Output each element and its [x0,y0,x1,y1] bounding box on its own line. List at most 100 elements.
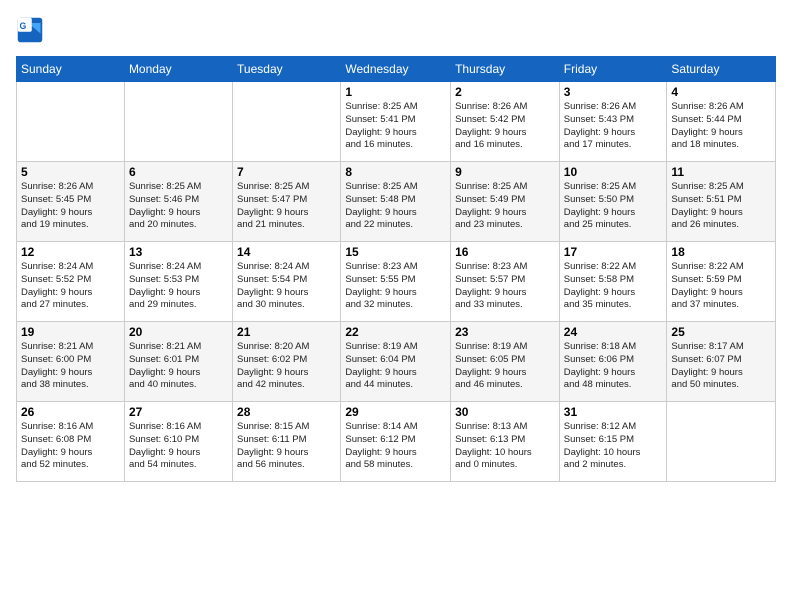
svg-text:G: G [20,21,27,31]
day-cell: 26 Sunrise: 8:16 AM Sunset: 6:08 PM Dayli… [17,402,125,482]
day-cell: 27Sunrise: 8:16 AM Sunset: 6:10 PM Dayli… [124,402,232,482]
day-cell: 14 Sunrise: 8:24 AM Sunset: 5:54 PM Dayli… [233,242,341,322]
day-info: Sunrise: 8:25 AM Sunset: 5:50 PM Dayligh… [564,181,663,232]
day-number: 24 [564,325,663,339]
day-info: Sunrise: 8:25 AM Sunset: 5:49 PM Dayligh… [455,181,555,232]
day-number: 15 [345,245,446,259]
day-info: Sunrise: 8:26 AM Sunset: 5:44 PM Dayligh… [671,101,771,152]
day-cell: 22Sunrise: 8:19 AM Sunset: 6:04 PM Dayli… [341,322,451,402]
day-cell: 9 Sunrise: 8:25 AM Sunset: 5:49 PM Daylig… [451,162,560,242]
day-number: 7 [237,165,336,179]
day-cell: 30 Sunrise: 8:13 AM Sunset: 6:13 PM Dayli… [451,402,560,482]
week-row-2: 12 Sunrise: 8:24 AM Sunset: 5:52 PM Dayli… [17,242,776,322]
day-info: Sunrise: 8:23 AM Sunset: 5:55 PM Dayligh… [345,261,446,312]
header: G [16,16,776,44]
day-info: Sunrise: 8:25 AM Sunset: 5:51 PM Dayligh… [671,181,771,232]
day-number: 14 [237,245,336,259]
day-info: Sunrise: 8:18 AM Sunset: 6:06 PM Dayligh… [564,341,663,392]
day-cell: 23Sunrise: 8:19 AM Sunset: 6:05 PM Dayli… [451,322,560,402]
day-number: 31 [564,405,663,419]
day-cell [124,82,232,162]
week-row-1: 5 Sunrise: 8:26 AM Sunset: 5:45 PM Daylig… [17,162,776,242]
week-row-3: 19 Sunrise: 8:21 AM Sunset: 6:00 PM Dayli… [17,322,776,402]
day-cell: 18 Sunrise: 8:22 AM Sunset: 5:59 PM Dayli… [667,242,776,322]
day-number: 27 [129,405,228,419]
day-cell: 2 Sunrise: 8:26 AM Sunset: 5:42 PM Daylig… [451,82,560,162]
day-number: 22 [345,325,446,339]
week-row-0: 1 Sunrise: 8:25 AM Sunset: 5:41 PM Daylig… [17,82,776,162]
day-cell: 20 Sunrise: 8:21 AM Sunset: 6:01 PM Dayli… [124,322,232,402]
header-cell-tuesday: Tuesday [233,57,341,82]
day-number: 12 [21,245,120,259]
header-cell-sunday: Sunday [17,57,125,82]
day-number: 5 [21,165,120,179]
page: G SundayMondayTuesdayWednesdayThursdayFr… [0,0,792,612]
day-cell: 12 Sunrise: 8:24 AM Sunset: 5:52 PM Dayli… [17,242,125,322]
header-cell-friday: Friday [559,57,667,82]
day-number: 17 [564,245,663,259]
day-info: Sunrise: 8:25 AM Sunset: 5:46 PM Dayligh… [129,181,228,232]
day-number: 10 [564,165,663,179]
day-cell: 3Sunrise: 8:26 AM Sunset: 5:43 PM Daylig… [559,82,667,162]
day-info: Sunrise: 8:21 AM Sunset: 6:01 PM Dayligh… [129,341,228,392]
day-info: Sunrise: 8:16 AM Sunset: 6:08 PM Dayligh… [21,421,120,472]
day-number: 2 [455,85,555,99]
week-row-4: 26 Sunrise: 8:16 AM Sunset: 6:08 PM Dayli… [17,402,776,482]
day-info: Sunrise: 8:26 AM Sunset: 5:43 PM Dayligh… [564,101,663,152]
calendar-header: SundayMondayTuesdayWednesdayThursdayFrid… [17,57,776,82]
day-cell: 25Sunrise: 8:17 AM Sunset: 6:07 PM Dayli… [667,322,776,402]
day-number: 21 [237,325,336,339]
day-cell: 24 Sunrise: 8:18 AM Sunset: 6:06 PM Dayli… [559,322,667,402]
day-number: 18 [671,245,771,259]
day-number: 6 [129,165,228,179]
day-number: 9 [455,165,555,179]
day-info: Sunrise: 8:24 AM Sunset: 5:53 PM Dayligh… [129,261,228,312]
day-info: Sunrise: 8:20 AM Sunset: 6:02 PM Dayligh… [237,341,336,392]
day-number: 28 [237,405,336,419]
day-cell: 11Sunrise: 8:25 AM Sunset: 5:51 PM Dayli… [667,162,776,242]
day-info: Sunrise: 8:25 AM Sunset: 5:48 PM Dayligh… [345,181,446,232]
day-cell: 1 Sunrise: 8:25 AM Sunset: 5:41 PM Daylig… [341,82,451,162]
day-number: 13 [129,245,228,259]
day-number: 19 [21,325,120,339]
day-info: Sunrise: 8:14 AM Sunset: 6:12 PM Dayligh… [345,421,446,472]
day-info: Sunrise: 8:23 AM Sunset: 5:57 PM Dayligh… [455,261,555,312]
header-cell-wednesday: Wednesday [341,57,451,82]
day-info: Sunrise: 8:12 AM Sunset: 6:15 PM Dayligh… [564,421,663,472]
day-cell: 15 Sunrise: 8:23 AM Sunset: 5:55 PM Dayli… [341,242,451,322]
header-cell-thursday: Thursday [451,57,560,82]
day-number: 16 [455,245,555,259]
calendar-table: SundayMondayTuesdayWednesdayThursdayFrid… [16,56,776,482]
logo: G [16,16,48,44]
day-cell: 7 Sunrise: 8:25 AM Sunset: 5:47 PM Daylig… [233,162,341,242]
day-info: Sunrise: 8:15 AM Sunset: 6:11 PM Dayligh… [237,421,336,472]
day-cell: 4 Sunrise: 8:26 AM Sunset: 5:44 PM Daylig… [667,82,776,162]
day-info: Sunrise: 8:25 AM Sunset: 5:41 PM Dayligh… [345,101,446,152]
day-number: 29 [345,405,446,419]
header-cell-saturday: Saturday [667,57,776,82]
day-info: Sunrise: 8:25 AM Sunset: 5:47 PM Dayligh… [237,181,336,232]
day-cell: 6 Sunrise: 8:25 AM Sunset: 5:46 PM Daylig… [124,162,232,242]
day-info: Sunrise: 8:22 AM Sunset: 5:58 PM Dayligh… [564,261,663,312]
day-cell: 10 Sunrise: 8:25 AM Sunset: 5:50 PM Dayli… [559,162,667,242]
day-cell: 28 Sunrise: 8:15 AM Sunset: 6:11 PM Dayli… [233,402,341,482]
day-info: Sunrise: 8:21 AM Sunset: 6:00 PM Dayligh… [21,341,120,392]
day-number: 1 [345,85,446,99]
day-number: 4 [671,85,771,99]
day-number: 26 [21,405,120,419]
day-info: Sunrise: 8:22 AM Sunset: 5:59 PM Dayligh… [671,261,771,312]
day-number: 30 [455,405,555,419]
day-info: Sunrise: 8:24 AM Sunset: 5:54 PM Dayligh… [237,261,336,312]
day-info: Sunrise: 8:26 AM Sunset: 5:42 PM Dayligh… [455,101,555,152]
day-info: Sunrise: 8:17 AM Sunset: 6:07 PM Dayligh… [671,341,771,392]
day-cell: 8 Sunrise: 8:25 AM Sunset: 5:48 PM Daylig… [341,162,451,242]
day-number: 8 [345,165,446,179]
day-info: Sunrise: 8:26 AM Sunset: 5:45 PM Dayligh… [21,181,120,232]
day-cell: 19 Sunrise: 8:21 AM Sunset: 6:00 PM Dayli… [17,322,125,402]
day-cell [667,402,776,482]
day-number: 20 [129,325,228,339]
day-cell: 31 Sunrise: 8:12 AM Sunset: 6:15 PM Dayli… [559,402,667,482]
day-info: Sunrise: 8:24 AM Sunset: 5:52 PM Dayligh… [21,261,120,312]
day-number: 23 [455,325,555,339]
day-info: Sunrise: 8:13 AM Sunset: 6:13 PM Dayligh… [455,421,555,472]
